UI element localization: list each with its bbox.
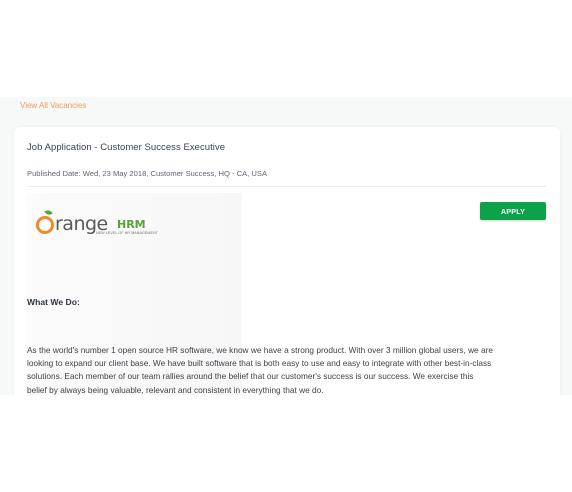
- body-line: belief by always being valuable, relevan…: [27, 384, 324, 395]
- apply-button[interactable]: APPLY: [480, 202, 546, 220]
- logo-tagline: NEW LEVEL OF HR MANAGEMENT: [96, 231, 158, 235]
- orange-fruit-icon: [36, 216, 54, 234]
- logo-brand-suffix: HRM: [117, 218, 146, 231]
- browser-viewport: View All Vacancies Job Application - Cus…: [0, 0, 572, 492]
- leaf-icon: [44, 208, 53, 217]
- card-divider: [27, 186, 546, 187]
- view-all-vacancies-link[interactable]: View All Vacancies: [20, 101, 86, 110]
- section-body: As the world's number 1 open source HR s…: [27, 344, 552, 395]
- job-application-card: Job Application - Customer Success Execu…: [14, 127, 560, 395]
- section-heading: What We Do:: [27, 297, 80, 307]
- vacancy-page: View All Vacancies Job Application - Cus…: [0, 97, 572, 395]
- body-line: As the world's number 1 open source HR s…: [27, 345, 493, 355]
- body-line: solutions. Each member of our team ralli…: [27, 371, 474, 382]
- body-line: looking to expand our client base. We ha…: [27, 358, 492, 369]
- orangehrm-logo: range HRM NEW LEVEL OF HR MANAGEMENT: [36, 208, 166, 242]
- job-title: Job Application - Customer Success Execu…: [27, 142, 226, 153]
- published-meta: Published Date: Wed, 23 May 2018, Custom…: [27, 169, 268, 178]
